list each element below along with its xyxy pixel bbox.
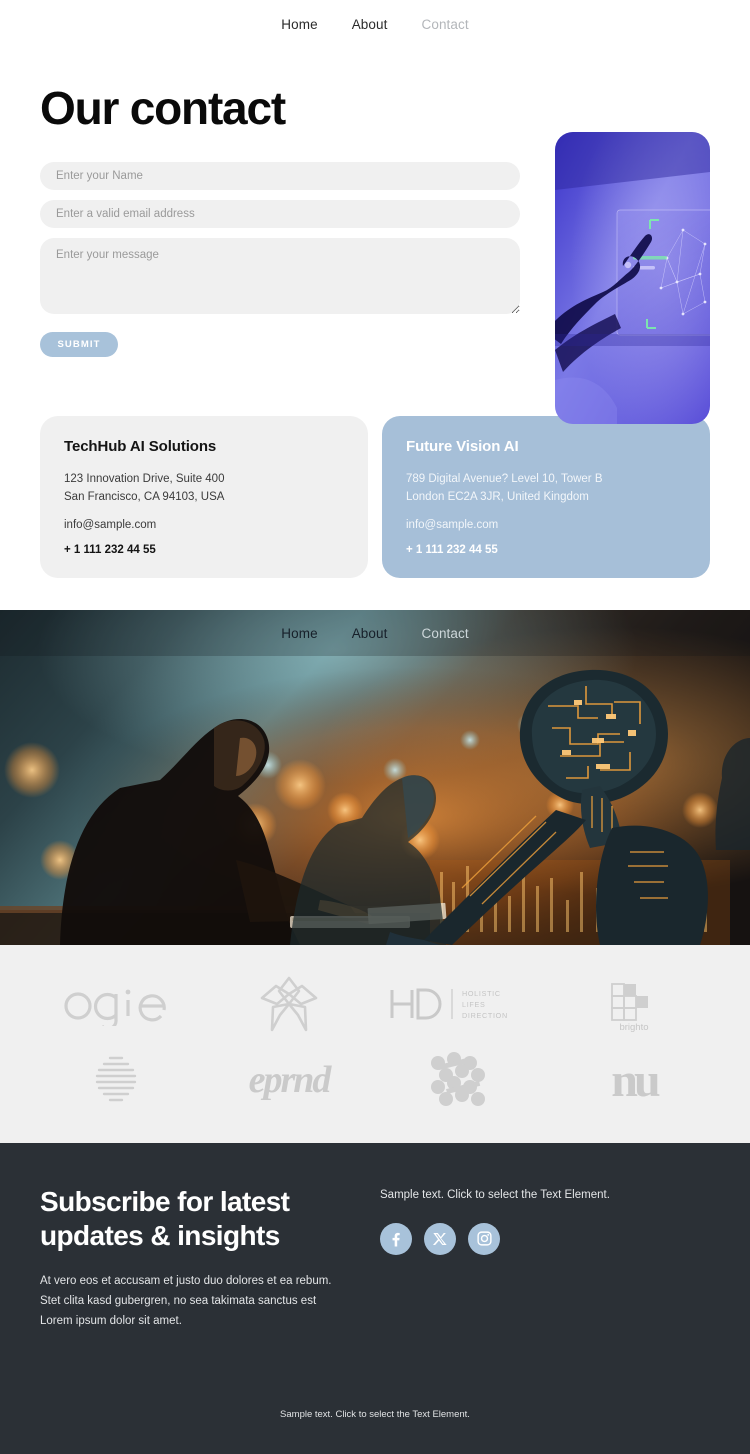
message-input[interactable]	[40, 237, 520, 314]
client-logo-band: HOLISTIC LIFES DIRECTION brighto eprnd n…	[0, 944, 750, 1143]
hero-nav-item-about[interactable]: About	[352, 626, 388, 641]
footer-heading: Subscribe for latest updates & insights	[40, 1185, 380, 1253]
footer-text-line-1: At vero eos et accusam et justo duo dolo…	[40, 1274, 332, 1287]
footer-left-column: Subscribe for latest updates & insights …	[40, 1185, 380, 1332]
footer-right-column: Sample text. Click to select the Text El…	[380, 1185, 610, 1332]
nav-item-about[interactable]: About	[352, 17, 388, 32]
logo-nu-serif: nu	[548, 1051, 721, 1109]
card-address-line-2: London EC2A 3JR, United Kingdom	[406, 490, 589, 503]
instagram-icon[interactable]	[468, 1222, 500, 1255]
social-links	[380, 1222, 610, 1255]
footer-text-line-2: Stet clita kasd gubergren, no sea takima…	[40, 1295, 317, 1308]
logo-eprnd-text: eprnd	[248, 1059, 332, 1101]
logo-ogie	[30, 975, 203, 1033]
logo-hd-holistic: HOLISTIC LIFES DIRECTION	[375, 975, 548, 1033]
contact-form: SUBMIT	[40, 161, 520, 357]
facebook-icon[interactable]	[380, 1222, 412, 1255]
nav-item-contact[interactable]: Contact	[421, 17, 468, 32]
footer-sample-text: Sample text. Click to select the Text El…	[380, 1188, 610, 1201]
name-input[interactable]	[40, 161, 520, 190]
contact-form-column: Our contact SUBMIT	[40, 82, 520, 357]
card-title: TechHub AI Solutions	[64, 438, 217, 455]
email-input[interactable]	[40, 199, 520, 228]
card-title: Future Vision AI	[406, 438, 519, 455]
x-twitter-icon[interactable]	[424, 1222, 456, 1255]
footer-text-line-3: Lorem ipsum dolor sit amet.	[40, 1315, 182, 1328]
footer-bottom-text: Sample text. Click to select the Text El…	[280, 1409, 470, 1421]
card-email-link[interactable]: info@sample.com	[64, 519, 344, 531]
logo-nu-text: nu	[611, 1054, 660, 1107]
logo-hd-sub-3: DIRECTION	[462, 1011, 508, 1020]
logo-dot-cluster	[375, 1051, 548, 1109]
contact-section: Our contact SUBMIT	[0, 48, 750, 424]
card-address-line-2: San Francisco, CA 94103, USA	[64, 490, 225, 503]
hero-nav-item-contact[interactable]: Contact	[421, 626, 468, 641]
footer: Subscribe for latest updates & insights …	[0, 1142, 750, 1454]
logo-flower-star	[203, 975, 376, 1033]
hero-image-band: Home About Contact	[0, 609, 750, 945]
contact-card-techhub: TechHub AI Solutions 123 Innovation Driv…	[40, 416, 368, 578]
card-address-line-1: 789 Digital Avenue? Level 10, Tower B	[406, 473, 603, 485]
top-navigation: Home About Contact	[0, 0, 750, 48]
card-phone: + 1 111 232 44 55	[64, 543, 156, 556]
card-email-link[interactable]: info@sample.com	[406, 519, 686, 531]
footer-heading-line-2: updates & insights	[40, 1219, 280, 1251]
submit-button[interactable]: SUBMIT	[40, 331, 118, 357]
hero-background-image	[0, 609, 750, 945]
logo-brighto-text: brighto	[619, 1022, 648, 1032]
hand-touchscreen-image	[555, 132, 710, 424]
logo-eprnd-script: eprnd	[203, 1051, 376, 1109]
contact-card-future-vision: Future Vision AI 789 Digital Avenue? Lev…	[382, 416, 710, 578]
logo-brighto: brighto	[548, 975, 721, 1033]
logo-hd-sub-2: LIFES	[462, 1000, 485, 1009]
card-address-line-1: 123 Innovation Drive, Suite 400	[64, 473, 225, 485]
footer-heading-line-1: Subscribe for latest	[40, 1185, 290, 1217]
hero-nav-item-home[interactable]: Home	[281, 626, 317, 641]
logo-hd-sub-1: HOLISTIC	[462, 989, 501, 998]
page-title: Our contact	[40, 82, 286, 134]
footer-body-text: At vero eos et accusam et justo duo dolo…	[40, 1271, 380, 1331]
card-phone: + 1 111 232 44 55	[406, 543, 498, 556]
hero-navigation: Home About Contact	[0, 617, 750, 651]
nav-item-home[interactable]: Home	[281, 17, 317, 32]
logo-striped-sphere	[30, 1051, 203, 1109]
